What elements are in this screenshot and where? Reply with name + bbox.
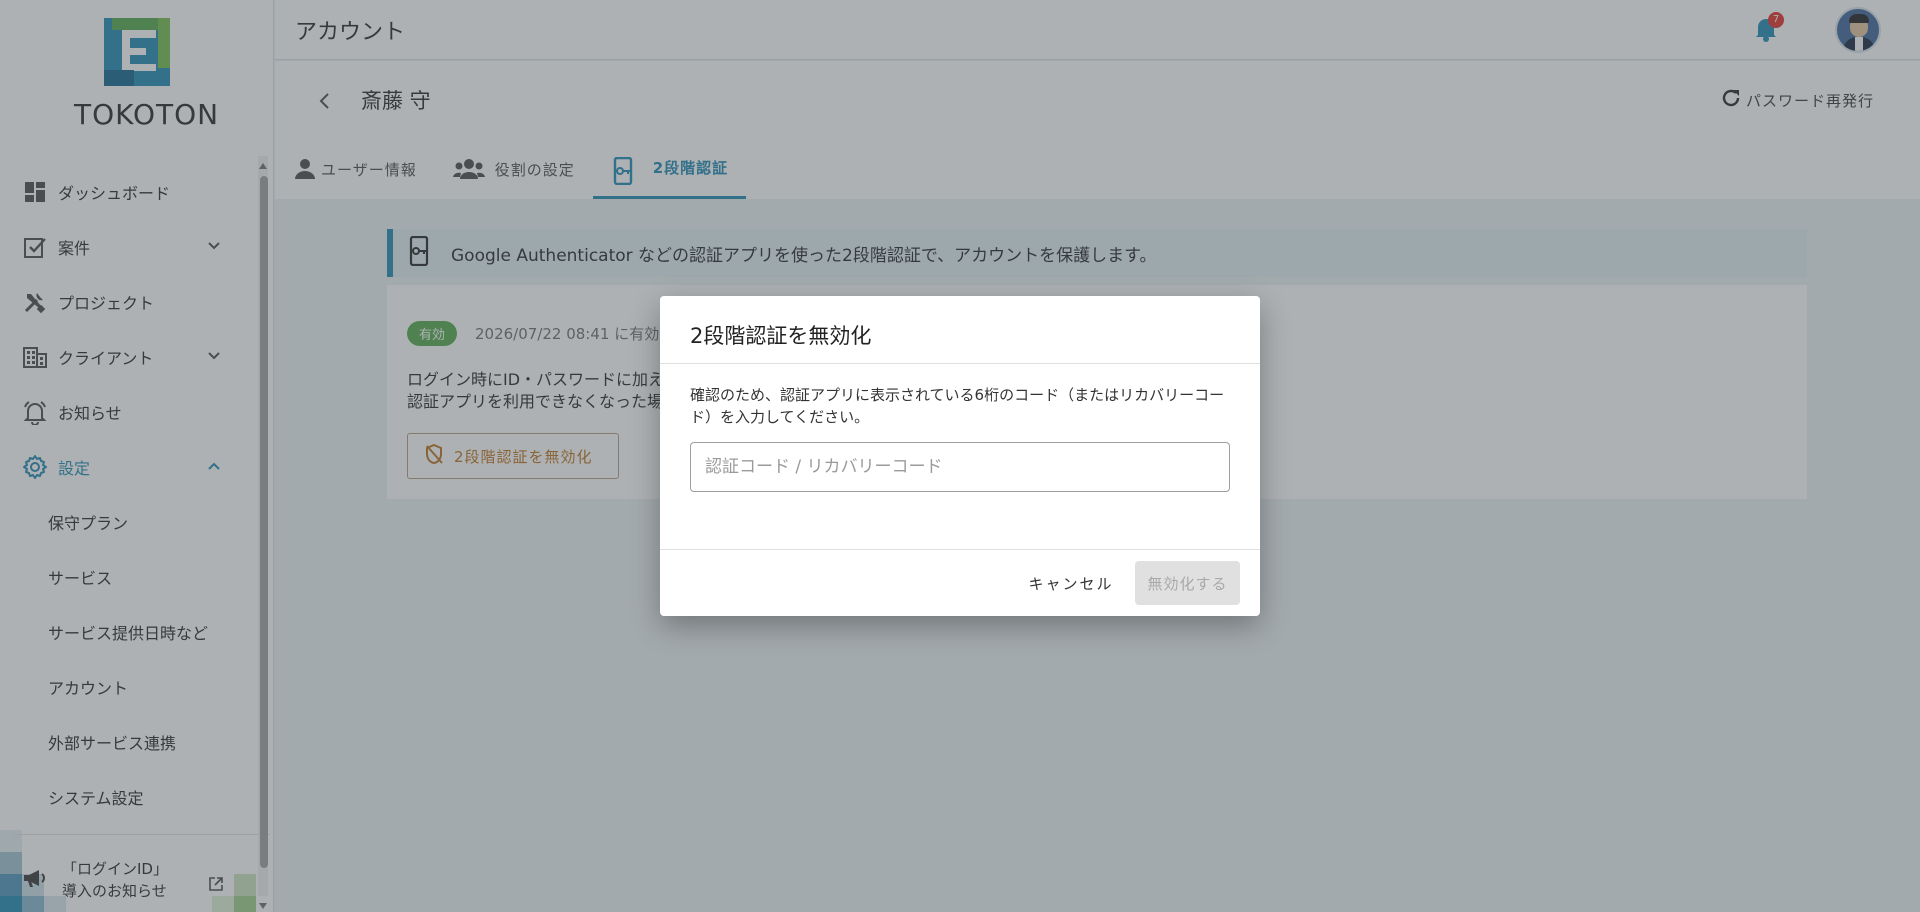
dialog-divider	[660, 363, 1260, 364]
auth-code-input[interactable]	[690, 442, 1230, 492]
disable-confirm-button[interactable]: 無効化する	[1135, 561, 1240, 605]
dialog-message: 確認のため、認証アプリに表示されている6桁のコード（またはリカバリーコード）を入…	[690, 386, 1225, 426]
dialog-title: 2段階認証を無効化	[690, 324, 872, 348]
cancel-button[interactable]: キャンセル	[1022, 561, 1120, 605]
disable-two-factor-dialog: 2段階認証を無効化 確認のため、認証アプリに表示されている6桁のコード（またはリ…	[660, 296, 1260, 616]
dialog-divider	[660, 549, 1260, 550]
